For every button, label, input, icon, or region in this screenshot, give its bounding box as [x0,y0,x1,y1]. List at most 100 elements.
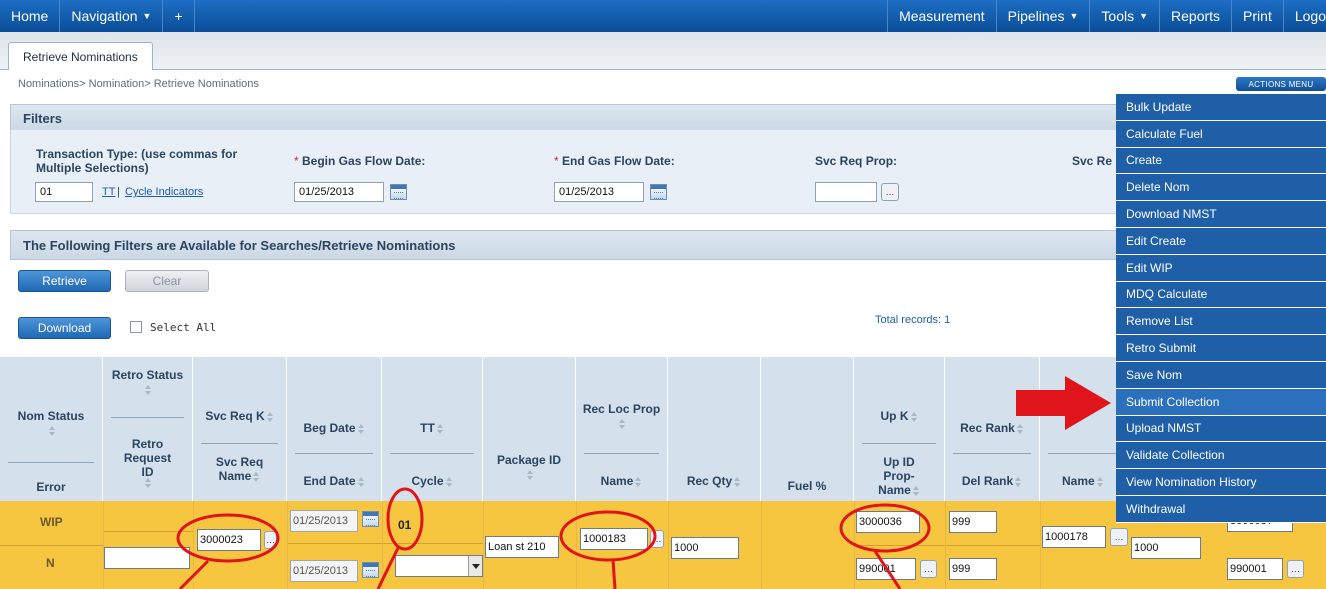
col-b-input[interactable] [1131,537,1201,559]
up-k-input[interactable] [856,511,920,533]
retrieve-button[interactable]: Retrieve [18,270,111,292]
menu-item[interactable]: Bulk Update [1116,94,1326,121]
menu-item[interactable]: MDQ Calculate [1116,281,1326,309]
menu-item[interactable]: Retro Submit [1116,335,1326,362]
sort-icon[interactable] [910,411,918,422]
nav-tools[interactable]: Tools ▼ [1089,0,1159,32]
header-svc-req-k[interactable]: Svc Req K [193,409,286,423]
select-all-checkbox[interactable] [130,321,142,333]
sort-icon[interactable] [619,418,626,429]
clear-button[interactable]: Clear [125,270,209,292]
sort-icon[interactable] [145,384,152,395]
chevron-down-icon: ▼ [142,11,152,21]
cycle-indicators-link[interactable]: Cycle Indicators [125,186,203,198]
calendar-icon[interactable] [650,184,667,200]
chevron-down-icon[interactable] [468,556,482,576]
sort-icon[interactable] [145,477,152,488]
beg-date-input[interactable] [290,510,358,532]
header-fuel[interactable]: Fuel % [761,479,853,493]
ellipsis-icon[interactable]: … [881,183,899,201]
rec-loc-prop-input[interactable] [580,528,648,550]
header-rec-name[interactable]: Name [576,474,667,488]
sort-icon[interactable] [912,485,920,496]
calendar-icon[interactable] [362,511,379,527]
sort-icon[interactable] [266,411,274,422]
menu-item[interactable]: Edit Create [1116,227,1326,255]
sort-icon[interactable] [357,476,365,487]
sort-icon[interactable] [734,476,741,487]
menu-item[interactable]: View Nomination History [1116,469,1326,496]
package-id-input[interactable] [485,536,559,558]
rec-qty-input[interactable] [671,537,739,559]
menu-item[interactable]: Download NMST [1116,201,1326,228]
sort-icon[interactable] [1016,423,1024,434]
menu-item[interactable]: Calculate Fuel [1116,120,1326,148]
sort-icon[interactable] [357,423,365,434]
header-rec-loc-prop[interactable]: Rec Loc Prop [576,402,667,430]
header-package-id[interactable]: Package ID [483,453,575,481]
transaction-type-input[interactable] [35,182,93,202]
header-up-k[interactable]: Up K [854,409,944,423]
svc-req-prop-input[interactable] [815,182,877,202]
header-retro-request-id[interactable]: Retro Request ID [103,437,192,479]
nav-print[interactable]: Print [1231,0,1283,32]
header-beg-date[interactable]: Beg Date [287,421,381,435]
rec-rank-input[interactable] [949,511,997,533]
calendar-icon[interactable] [390,184,407,200]
nav-home[interactable]: Home [0,0,61,32]
sort-icon[interactable] [48,425,56,436]
del-rank-input[interactable] [949,558,997,580]
menu-item[interactable]: Upload NMST [1116,415,1326,443]
sort-icon[interactable] [445,476,453,487]
svc-req-k-input[interactable] [197,529,261,551]
nav-measurement[interactable]: Measurement [887,0,996,32]
header-rec-rank[interactable]: Rec Rank [945,421,1039,435]
menu-item[interactable]: Delete Nom [1116,174,1326,202]
tt-link[interactable]: TT [102,186,115,198]
header-cycle[interactable]: Cycle [382,474,482,488]
download-button[interactable]: Download [18,317,111,339]
ellipsis-icon[interactable]: … [920,560,937,578]
sort-icon[interactable] [253,471,260,482]
ellipsis-icon[interactable]: … [650,530,664,548]
menu-item[interactable]: Edit WIP [1116,254,1326,282]
ellipsis-icon[interactable]: … [264,531,277,549]
ellipsis-icon[interactable]: … [1110,528,1128,546]
nav-add[interactable]: + [163,0,195,32]
up-id-prop-input[interactable] [856,558,916,580]
header-error[interactable]: Error [0,480,102,494]
header-tt[interactable]: TT [382,421,482,435]
nav-pipelines[interactable]: Pipelines ▼ [995,0,1090,32]
menu-item[interactable]: Validate Collection [1116,442,1326,470]
nav-navigation[interactable]: Navigation ▼ [60,0,164,32]
sort-icon[interactable] [1015,476,1022,487]
end-date-input[interactable] [290,560,358,582]
header-end-date[interactable]: End Date [287,474,381,488]
sort-icon[interactable] [1096,476,1104,487]
menu-item[interactable]: Submit Collection [1116,388,1326,416]
end-date-input[interactable] [554,182,644,202]
menu-item[interactable]: Save Nom [1116,361,1326,389]
header-svc-req-name[interactable]: Svc Req Name [193,455,286,483]
header-up-id-prop-name[interactable]: Up ID Prop-Name [854,455,944,497]
begin-date-input[interactable] [294,182,384,202]
menu-item[interactable]: Withdrawal [1116,495,1326,523]
tab-retrieve-nominations[interactable]: Retrieve Nominations [8,42,153,70]
ellipsis-icon[interactable]: … [1287,560,1304,578]
header-retro-status[interactable]: Retro Status [103,368,192,396]
sort-icon[interactable] [526,469,534,480]
calendar-icon[interactable] [362,562,379,578]
retro-request-id-input[interactable] [104,547,190,569]
actions-menu-button[interactable]: ACTIONS MENU [1236,77,1326,91]
nav-logout[interactable]: Logo [1282,0,1326,32]
col-d-input[interactable] [1227,558,1283,580]
col-a-input[interactable] [1042,526,1106,548]
sort-icon[interactable] [436,423,444,434]
sort-icon[interactable] [635,476,642,487]
menu-item[interactable]: Remove List [1116,308,1326,336]
header-rec-qty[interactable]: Rec Qty [668,474,760,488]
header-nom-status[interactable]: Nom Status [0,409,102,437]
header-del-rank[interactable]: Del Rank [945,474,1039,488]
menu-item[interactable]: Create [1116,147,1326,175]
nav-reports[interactable]: Reports [1159,0,1231,32]
